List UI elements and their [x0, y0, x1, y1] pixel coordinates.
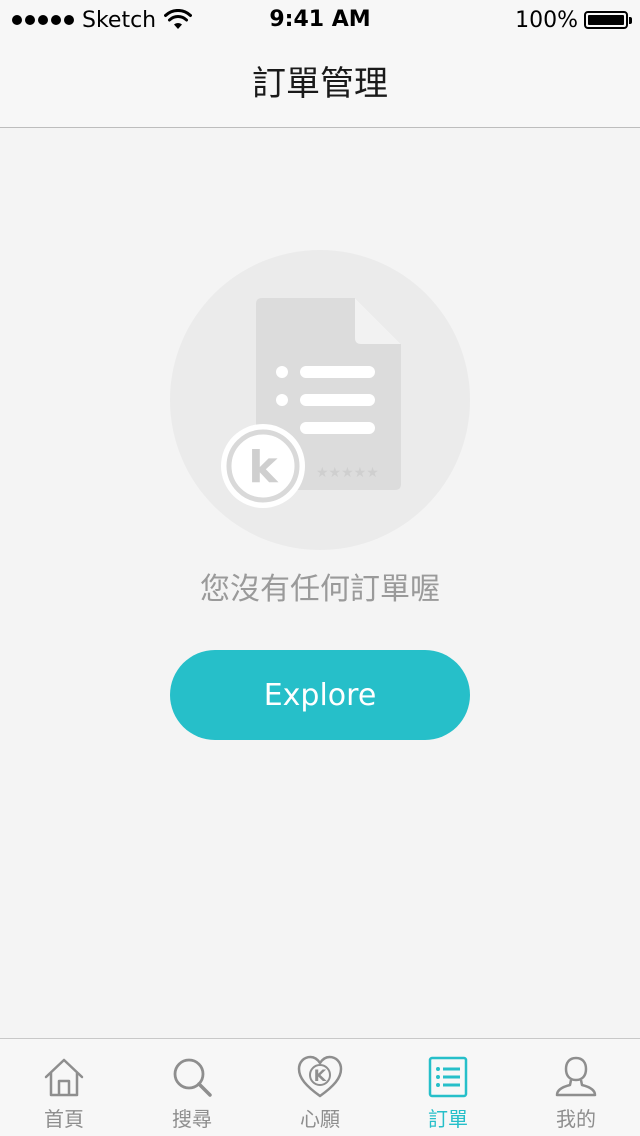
- user-icon: [555, 1056, 597, 1097]
- signal-dot: [25, 15, 35, 25]
- signal-dot: [51, 15, 61, 25]
- badge-letter: k: [248, 442, 279, 493]
- tab-wishlist[interactable]: K 心願: [256, 1039, 384, 1136]
- tab-bar: 首頁 搜尋 K 心願 訂單 我的: [0, 1038, 640, 1136]
- signal-dot: [38, 15, 48, 25]
- heart-k-icon: K: [297, 1055, 343, 1098]
- document-with-k-badge-icon: ★★★★★ k: [170, 250, 470, 550]
- wifi-icon: [164, 9, 193, 29]
- signal-dot: [12, 15, 22, 25]
- home-icon: [44, 1058, 84, 1097]
- signal-dot: [64, 15, 74, 25]
- status-right: 100%: [515, 6, 632, 34]
- tab-home[interactable]: 首頁: [0, 1039, 128, 1136]
- battery-fill: [588, 15, 624, 25]
- battery-percent: 100%: [515, 7, 578, 33]
- status-bar: Sketch 9:41 AM 100%: [0, 0, 640, 40]
- carrier-name: Sketch: [82, 7, 157, 33]
- empty-state-message: 您沒有任何訂單喔: [200, 572, 440, 607]
- signal-strength-icon: [12, 15, 74, 25]
- tab-orders[interactable]: 訂單: [384, 1039, 512, 1136]
- tab-profile[interactable]: 我的: [512, 1039, 640, 1136]
- list-icon: [428, 1056, 468, 1098]
- tab-search[interactable]: 搜尋: [128, 1039, 256, 1136]
- battery-icon: [584, 11, 632, 29]
- tab-label: 搜尋: [172, 1107, 212, 1131]
- tab-label: 我的: [556, 1107, 596, 1131]
- page-title: 訂單管理: [252, 64, 388, 104]
- search-icon: [173, 1058, 212, 1097]
- heart-badge-letter: K: [314, 1066, 327, 1085]
- svg-text:★★★★★: ★★★★★: [316, 465, 379, 481]
- navigation-bar: 訂單管理: [0, 40, 640, 128]
- tab-label: 心願: [300, 1107, 340, 1131]
- tab-label: 訂單: [428, 1107, 468, 1131]
- tab-label: 首頁: [44, 1107, 84, 1131]
- explore-button[interactable]: Explore: [170, 650, 470, 740]
- status-left: Sketch: [12, 6, 193, 34]
